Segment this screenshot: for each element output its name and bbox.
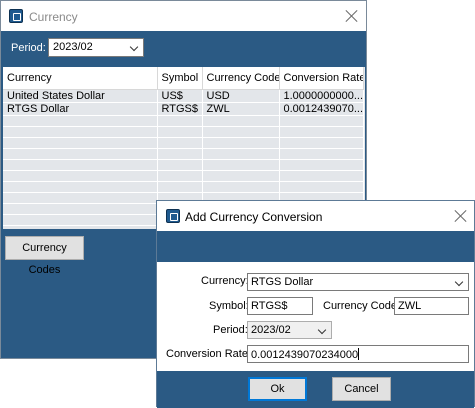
column-header[interactable]: Currency Code [202, 67, 280, 90]
dialog-button-band: Ok Cancel [157, 371, 474, 408]
currency-select-value: RTGS Dollar [251, 276, 314, 288]
dialog-form: Currency: RTGS Dollar Symbol: RTGS$ Curr… [157, 262, 474, 371]
symbol-field-value: RTGS$ [251, 300, 288, 312]
chevron-down-icon [454, 277, 464, 287]
period-select-value: 2023/02 [53, 41, 93, 53]
symbol-field[interactable]: RTGS$ [247, 297, 313, 315]
table-cell: 1.0000000000... [279, 89, 364, 103]
table-row[interactable]: RTGS Dollar RTGS$ ZWL 0.0012439070... [3, 102, 364, 116]
currency-label: Currency: [201, 275, 249, 287]
text-caret [358, 348, 360, 360]
table-cell: ZWL [202, 102, 280, 116]
empty-row [3, 181, 364, 193]
currency-window-titlebar: Currency [1, 1, 366, 31]
grid-header-row: Currency Symbol Currency Code Conversion… [3, 67, 364, 90]
empty-row [3, 148, 364, 160]
dialog-header-band [157, 231, 474, 262]
app-window-icon [166, 209, 180, 223]
close-icon[interactable] [454, 209, 468, 223]
dialog-title: Add Currency Conversion [185, 210, 323, 224]
column-header[interactable]: Currency [3, 67, 158, 90]
table-cell: RTGS$ [157, 102, 203, 116]
app-window-icon [9, 9, 23, 23]
currency-window-title: Currency [29, 10, 78, 24]
add-currency-conversion-dialog: Add Currency Conversion Currency: RTGS D… [156, 200, 475, 408]
conversion-rate-label: Conversion Rate: [166, 348, 251, 360]
column-header[interactable]: Conversion Rate [279, 67, 364, 90]
column-header[interactable]: Symbol [157, 67, 203, 90]
symbol-label: Symbol: [209, 300, 249, 312]
table-cell: USD [202, 89, 280, 103]
table-cell: US$ [157, 89, 203, 103]
dialog-titlebar: Add Currency Conversion [157, 201, 474, 231]
period-select[interactable]: 2023/02 [48, 38, 144, 57]
currency-code-label: Currency Code: [323, 300, 401, 312]
close-icon[interactable] [345, 9, 359, 23]
empty-row [3, 126, 364, 138]
table-row[interactable]: United States Dollar US$ USD 1.000000000… [3, 89, 364, 103]
empty-row [3, 115, 364, 127]
period-select[interactable]: 2023/02 [247, 321, 332, 339]
empty-row [3, 159, 364, 171]
conversion-rate-field-value: 0.0012439070234000 [251, 349, 359, 361]
table-cell: United States Dollar [3, 89, 158, 103]
table-cell: 0.0012439070... [279, 102, 364, 116]
empty-row [3, 137, 364, 149]
chevron-down-icon [317, 325, 327, 335]
currency-code-field-value: ZWL [398, 300, 422, 312]
conversion-rate-field[interactable]: 0.0012439070234000 [247, 345, 469, 363]
table-cell: RTGS Dollar [3, 102, 158, 116]
empty-row [3, 170, 364, 182]
chevron-down-icon [129, 42, 139, 52]
currency-code-field[interactable]: ZWL [394, 297, 469, 315]
ok-button[interactable]: Ok [248, 377, 307, 401]
period-label: Period: [11, 42, 46, 54]
cancel-button[interactable]: Cancel [332, 377, 391, 401]
period-select-value: 2023/02 [251, 324, 291, 336]
period-label: Period: [213, 324, 248, 336]
currency-codes-button[interactable]: Currency Codes [5, 236, 84, 276]
currency-select[interactable]: RTGS Dollar [247, 273, 469, 291]
